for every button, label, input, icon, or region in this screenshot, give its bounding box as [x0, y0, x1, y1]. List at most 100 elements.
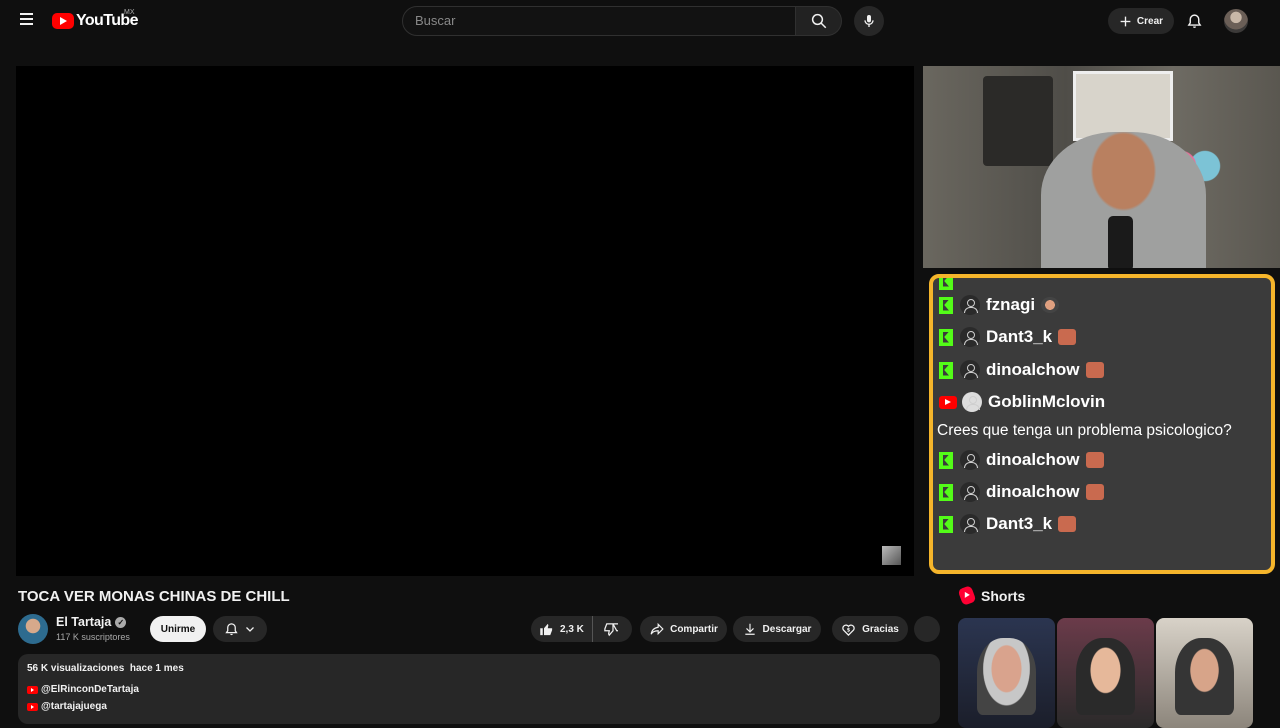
subscription-bell-dropdown[interactable]: [213, 616, 267, 642]
face-emote-icon: [1085, 452, 1104, 468]
face-emote-icon: [1085, 362, 1104, 378]
chat-username: dinoalchow: [986, 360, 1080, 379]
share-label: Compartir: [670, 623, 718, 635]
region-code: MX: [124, 9, 135, 16]
chat-username: Dant3_k: [986, 514, 1053, 533]
download-label: Descargar: [762, 623, 812, 635]
face-emote-icon: [1058, 329, 1077, 345]
webcam-shelf: [1073, 71, 1173, 141]
kick-icon: [939, 515, 953, 533]
webcam-microphone: [1108, 216, 1133, 268]
user-avatar-icon: [962, 392, 982, 412]
youtube-icon: [27, 685, 38, 694]
kick-icon: [939, 278, 953, 290]
stream-chat-overlay: fznagi Dant3_k dinoalchow GoblinMclovin …: [929, 274, 1275, 574]
user-icon: [960, 295, 980, 315]
user-icon: [960, 514, 980, 534]
view-count: 56 K visualizaciones: [27, 663, 125, 674]
view-meta: 56 K visualizaciones hace 1 mes: [27, 663, 184, 674]
kick-icon: [939, 328, 953, 346]
thanks-button[interactable]: $ Gracias: [832, 616, 908, 642]
chat-row: fznagi: [939, 292, 1060, 318]
video-player[interactable]: [16, 66, 914, 576]
chat-row: Dant3_k: [939, 511, 1077, 537]
plus-icon: [1120, 16, 1131, 26]
chat-row: dinoalchow: [939, 479, 1104, 505]
account-avatar[interactable]: [1224, 9, 1248, 33]
short-person-image: [977, 637, 1036, 715]
like-dislike-group: 2,3 K: [531, 616, 632, 642]
dislike-button[interactable]: [593, 616, 628, 642]
top-header: YouTube MX Buscar Crear: [0, 0, 1280, 42]
chat-username: Dant3_k: [986, 327, 1053, 346]
youtube-play-icon: [52, 13, 74, 29]
channel-link-text[interactable]: @tartajajuega: [41, 701, 107, 712]
user-icon: [960, 327, 980, 347]
avatar-emote-icon: [1041, 297, 1060, 313]
user-icon: [960, 360, 980, 380]
share-icon: [650, 622, 664, 636]
face-emote-icon: [1058, 516, 1077, 532]
youtube-icon: [939, 395, 957, 409]
channel-link[interactable]: @ElRinconDeTartaja: [27, 684, 139, 695]
kick-icon: [939, 361, 953, 379]
youtube-icon: [27, 702, 38, 711]
chat-username: dinoalchow: [986, 450, 1080, 469]
thanks-label: Gracias: [862, 623, 899, 635]
subscriber-count: 117 K suscriptores: [56, 632, 130, 642]
create-button[interactable]: Crear: [1108, 8, 1174, 34]
chat-username: GoblinMclovin: [988, 392, 1106, 411]
channel-name[interactable]: El Tartaja: [56, 615, 111, 629]
short-person-image: [1076, 637, 1135, 715]
face-emote-icon: [1085, 484, 1104, 500]
search-input[interactable]: Buscar: [402, 6, 796, 36]
channel-avatar[interactable]: [18, 614, 48, 644]
user-icon: [960, 482, 980, 502]
shorts-icon: [957, 585, 977, 606]
bell-icon: [1187, 13, 1201, 28]
chat-row: dinoalchow: [939, 357, 1104, 383]
upload-date: hace 1 mes: [129, 663, 184, 674]
download-button[interactable]: Descargar: [733, 616, 821, 642]
short-thumbnail[interactable]: [1156, 618, 1253, 728]
heart-dollar-icon: $: [842, 624, 855, 636]
verified-check-icon: ✓: [115, 616, 127, 628]
webcam-poster: [983, 76, 1053, 166]
shorts-title: Shorts: [981, 587, 1026, 604]
webcam-frame: [923, 66, 1280, 268]
chat-row-partial: [939, 278, 960, 294]
chat-row: GoblinMclovin: [939, 389, 1105, 415]
chat-row: dinoalchow: [939, 447, 1104, 473]
search-icon: [811, 13, 826, 29]
chat-username: dinoalchow: [986, 482, 1080, 501]
download-icon: [744, 623, 755, 635]
chat-username: fznagi: [986, 295, 1036, 314]
search-button[interactable]: [796, 6, 842, 36]
bell-icon: [225, 622, 238, 635]
more-actions-button[interactable]: [914, 616, 940, 642]
channel-link[interactable]: @tartajajuega: [27, 701, 107, 712]
channel-name-group[interactable]: El Tartaja ✓: [56, 615, 127, 629]
notifications-button[interactable]: [1182, 9, 1206, 33]
chevron-down-icon: [246, 627, 255, 632]
shorts-heading: Shorts: [957, 585, 1026, 606]
kick-icon: [939, 483, 953, 501]
video-title: TOCA VER MONAS CHINAS DE CHILL: [18, 588, 290, 605]
player-overlay-thumbnail: [882, 546, 901, 565]
voice-search-button[interactable]: [854, 6, 884, 36]
join-button[interactable]: Unirme: [150, 616, 206, 642]
short-thumbnail[interactable]: [958, 618, 1055, 728]
create-label: Crear: [1136, 15, 1164, 27]
chat-row: Dant3_k: [939, 324, 1077, 350]
kick-icon: [939, 296, 953, 314]
like-count: 2,3 K: [560, 623, 584, 635]
menu-icon[interactable]: [14, 10, 38, 32]
share-button[interactable]: Compartir: [640, 616, 727, 642]
short-person-image: [1175, 637, 1234, 715]
short-thumbnail[interactable]: [1057, 618, 1154, 728]
thumbs-up-icon: [540, 623, 553, 635]
description-box[interactable]: 56 K visualizaciones hace 1 mes @ElRinco…: [18, 654, 940, 724]
like-button[interactable]: 2,3 K: [531, 616, 593, 642]
channel-link-text[interactable]: @ElRinconDeTartaja: [41, 684, 139, 695]
svg-text:$: $: [847, 627, 851, 633]
